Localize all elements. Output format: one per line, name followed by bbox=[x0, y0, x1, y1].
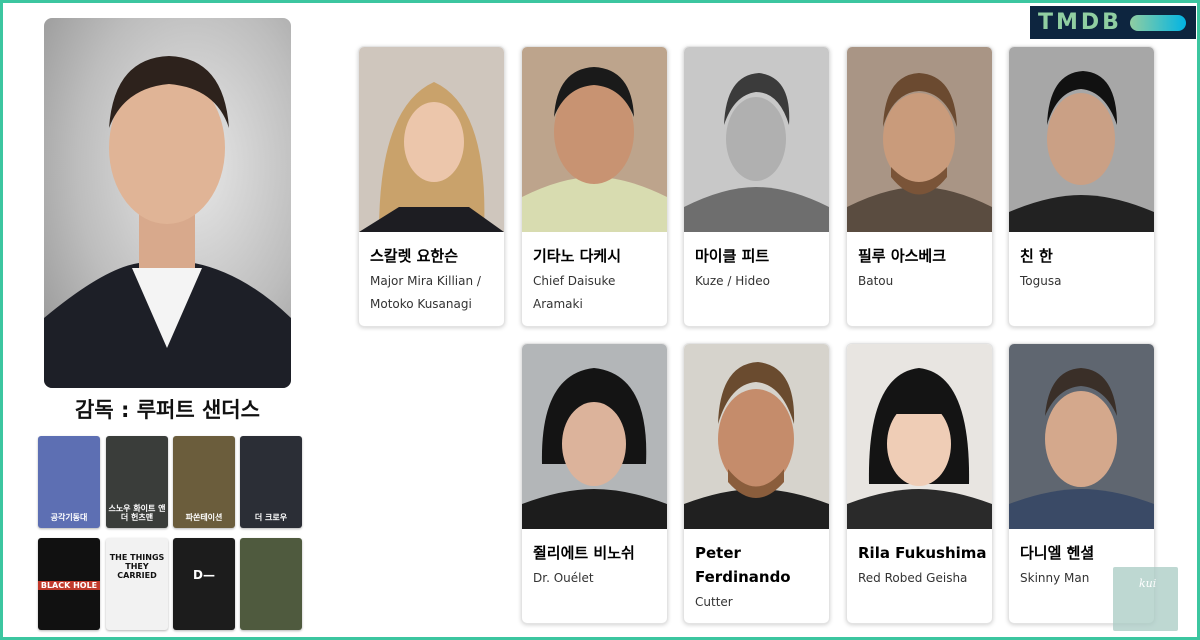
cast-photo bbox=[684, 344, 829, 529]
cast-portrait-image bbox=[1009, 368, 1154, 529]
filmography-poster-3[interactable]: 파쏜테이션 bbox=[173, 436, 235, 528]
watermark-text: kui bbox=[1139, 577, 1157, 590]
poster-title: 파쏜테이션 bbox=[185, 513, 223, 522]
poster-title: 공각기동대 bbox=[50, 513, 88, 522]
filmography-poster-6[interactable]: THE THINGS THEY CARRIED bbox=[106, 538, 168, 630]
cast-name: 다니엘 헨셜 bbox=[1020, 544, 1095, 562]
cast-photo bbox=[359, 47, 504, 232]
cast-card[interactable]: 필루 아스베크 Batou bbox=[846, 46, 993, 327]
cast-photo bbox=[522, 47, 667, 232]
cast-card[interactable]: 기타노 다케시 Chief Daisuke Aramaki bbox=[521, 46, 668, 327]
poster-title: 스노우 화이트 앤 더 헌츠맨 bbox=[108, 504, 166, 522]
cast-portrait-image bbox=[522, 368, 667, 529]
watermark-logo: kui bbox=[1113, 567, 1178, 631]
cast-portrait-image bbox=[684, 362, 829, 529]
cast-name: Rila Fukushima bbox=[858, 544, 987, 562]
cast-name: 친 한 bbox=[1020, 247, 1053, 265]
cast-photo bbox=[847, 47, 992, 232]
filmography-poster-7[interactable]: D— bbox=[173, 538, 235, 630]
cast-portrait-image bbox=[847, 73, 992, 232]
cast-name: Peter Ferdinando bbox=[695, 544, 791, 586]
cast-role: Batou bbox=[858, 274, 894, 288]
cast-card[interactable]: 쥘리에트 비노쉬 Dr. Ouélet bbox=[521, 343, 668, 624]
poster-title: 더 크로우 bbox=[254, 513, 288, 522]
cast-name: 스칼렛 요한슨 bbox=[370, 247, 459, 265]
director-portrait-image bbox=[44, 56, 291, 388]
cast-role: Chief Daisuke Aramaki bbox=[533, 274, 616, 311]
cast-card[interactable]: 친 한 Togusa bbox=[1008, 46, 1155, 327]
cast-role: Major Mira Killian / Motoko Kusanagi bbox=[370, 274, 481, 311]
poster-title: BLACK HOLE bbox=[38, 581, 100, 590]
cast-photo bbox=[1009, 47, 1154, 232]
cast-name: 마이클 피트 bbox=[695, 247, 770, 265]
tmdb-logo-text: TMDB bbox=[1038, 10, 1122, 35]
tmdb-logo[interactable]: TMDB bbox=[1030, 6, 1196, 39]
cast-portrait-image bbox=[684, 73, 829, 232]
cast-card[interactable]: 스칼렛 요한슨 Major Mira Killian / Motoko Kusa… bbox=[358, 46, 505, 327]
cast-card[interactable]: 마이클 피트 Kuze / Hideo bbox=[683, 46, 830, 327]
poster-title: D— bbox=[193, 568, 215, 582]
cast-card[interactable]: Peter Ferdinando Cutter bbox=[683, 343, 830, 624]
filmography-poster-2[interactable]: 스노우 화이트 앤 더 헌츠맨 bbox=[106, 436, 168, 528]
cast-role: Cutter bbox=[695, 595, 733, 609]
cast-portrait-image bbox=[522, 67, 667, 232]
filmography-poster-8[interactable] bbox=[240, 538, 302, 630]
cast-portrait-image bbox=[359, 82, 504, 232]
cast-name: 필루 아스베크 bbox=[858, 247, 947, 265]
cast-role: Kuze / Hideo bbox=[695, 274, 770, 288]
cast-role: Red Robed Geisha bbox=[858, 571, 968, 585]
poster-title: THE THINGS THEY CARRIED bbox=[109, 553, 165, 580]
cast-role: Dr. Ouélet bbox=[533, 571, 594, 585]
director-caption: 감독 : 루퍼트 샌더스 bbox=[75, 398, 260, 422]
cast-photo bbox=[847, 344, 992, 529]
cast-name: 쥘리에트 비노쉬 bbox=[533, 544, 635, 562]
cast-role: Togusa bbox=[1020, 274, 1062, 288]
cast-photo bbox=[522, 344, 667, 529]
cast-portrait-image bbox=[847, 368, 992, 529]
filmography-poster-5[interactable]: BLACK HOLE bbox=[38, 538, 100, 630]
cast-portrait-image bbox=[1009, 71, 1154, 232]
filmography-poster-4[interactable]: 더 크로우 bbox=[240, 436, 302, 528]
cast-name: 기타노 다케시 bbox=[533, 247, 622, 265]
director-photo[interactable] bbox=[44, 18, 291, 388]
filmography-poster-1[interactable]: 공각기동대 bbox=[38, 436, 100, 528]
cast-photo bbox=[684, 47, 829, 232]
tmdb-logo-pill bbox=[1129, 14, 1186, 31]
cast-card[interactable]: Rila Fukushima Red Robed Geisha bbox=[846, 343, 993, 624]
cast-photo bbox=[1009, 344, 1154, 529]
